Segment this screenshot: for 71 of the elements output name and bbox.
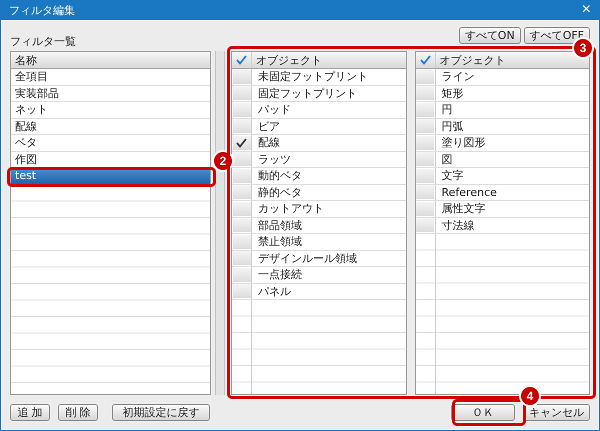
object-name: ラッツ — [257, 152, 291, 167]
object-name: 塗り図形 — [440, 135, 486, 150]
checkbox[interactable] — [232, 234, 250, 249]
checkbox[interactable] — [232, 168, 250, 183]
check-icon — [236, 55, 247, 65]
filter-item[interactable]: 作図 — [11, 152, 210, 167]
checkbox[interactable] — [416, 202, 434, 216]
object-name: 矩形 — [440, 86, 464, 101]
list-label: フィルタ一覧 — [10, 34, 76, 49]
action-button[interactable]: 追 加 — [10, 404, 50, 421]
object-name: 文字 — [440, 168, 464, 184]
object-name: 部品領域 — [257, 218, 302, 233]
object-name: パッド — [257, 102, 291, 118]
action-button[interactable]: 削 除 — [58, 404, 98, 421]
check-icon — [236, 138, 247, 148]
checkbox[interactable] — [232, 251, 250, 266]
checkbox[interactable] — [232, 185, 250, 200]
checkbox[interactable] — [416, 119, 434, 134]
checkbox[interactable] — [416, 218, 434, 232]
checkbox[interactable] — [232, 136, 250, 150]
object-name: 円弧 — [440, 118, 464, 134]
check-icon — [420, 55, 430, 65]
checkbox[interactable] — [232, 284, 250, 298]
filter-item[interactable]: 全項目 — [11, 69, 210, 84]
checkbox[interactable] — [232, 102, 250, 117]
object-name: ビア — [257, 118, 280, 134]
object-name: ライン — [440, 69, 474, 84]
checkbox[interactable] — [416, 152, 434, 166]
checkbox[interactable] — [416, 168, 434, 183]
object-name: 属性文字 — [440, 201, 486, 216]
object-name: パネル — [257, 284, 291, 299]
filter-item[interactable]: 実装部品 — [11, 86, 210, 101]
checkbox[interactable] — [232, 119, 250, 134]
checkbox[interactable] — [232, 218, 250, 232]
column-header: オブジェクト — [255, 52, 322, 68]
object-name: 静的ベタ — [257, 184, 302, 200]
object-name: 図 — [440, 152, 452, 167]
checkbox[interactable] — [416, 136, 434, 150]
window-title: フィルタ編集 — [9, 2, 75, 18]
checkbox[interactable] — [232, 70, 250, 84]
checkbox[interactable] — [416, 86, 434, 100]
object-name: デザインルール領域 — [257, 250, 357, 266]
checkbox[interactable] — [416, 185, 434, 200]
column-header: オブジェクト — [438, 52, 506, 68]
ok-button[interactable]: ＯＫ — [451, 404, 515, 421]
cancel-button[interactable]: キャンセル — [523, 404, 590, 421]
object-name: Reference — [440, 186, 497, 199]
object-name: 固定フットプリント — [257, 86, 357, 101]
splitter[interactable] — [215, 51, 225, 395]
checkbox[interactable] — [416, 70, 434, 84]
object-name: カットアウト — [257, 201, 324, 216]
object-name: 動的ベタ — [257, 168, 302, 184]
object-name: 配線 — [257, 135, 280, 150]
action-button[interactable]: 初期設定に戻す — [112, 404, 210, 421]
filter-item[interactable]: 配線 — [11, 118, 210, 134]
object-name: 円 — [440, 102, 452, 118]
filter-item[interactable]: ネット — [11, 102, 210, 118]
checkbox[interactable] — [416, 102, 434, 117]
checkbox[interactable] — [232, 202, 250, 216]
checkbox[interactable] — [232, 152, 250, 166]
toggle-all-button[interactable]: すべてON — [458, 27, 521, 44]
object-name: 一点接続 — [257, 267, 302, 282]
column-header: 名称 — [14, 52, 37, 68]
checkbox[interactable] — [232, 86, 250, 100]
object-name: 未固定フットプリント — [257, 69, 368, 84]
object-name: 寸法線 — [440, 218, 474, 233]
filter-item[interactable]: ベタ — [11, 135, 210, 150]
checkbox[interactable] — [232, 268, 250, 282]
object-name: 禁止領域 — [257, 234, 302, 250]
close-button[interactable]: × — [580, 2, 593, 18]
toggle-all-button[interactable]: すべてOFF — [524, 27, 590, 44]
